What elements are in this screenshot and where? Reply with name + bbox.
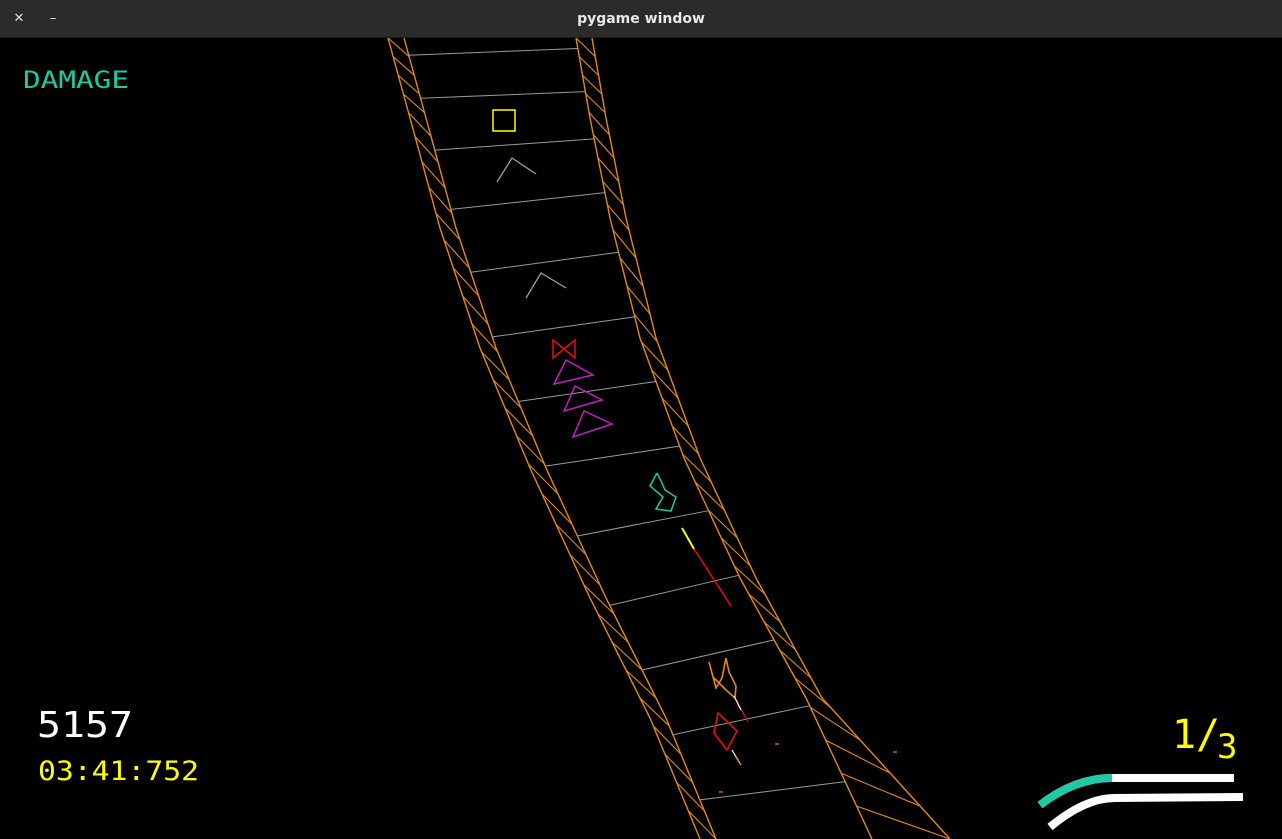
track-edge-lattice: [555, 523, 587, 556]
progress-track-lower: [1047, 793, 1244, 831]
red-rival-ship: [713, 711, 738, 752]
track-rung: [545, 445, 680, 467]
track-edge-lattice: [443, 239, 470, 269]
track-rung: [470, 251, 619, 273]
track-progress-minimap: [1037, 774, 1244, 831]
track-edge-lattice: [602, 180, 624, 206]
game-window: ✕ – pygame window DAMAGE 5157 03:41:752 …: [0, 0, 1282, 839]
track-edge-lattice: [541, 493, 573, 525]
track-inner-left-edge: [403, 38, 717, 839]
race-track: [387, 38, 951, 839]
game-canvas[interactable]: DAMAGE 5157 03:41:752 1 / 3: [0, 38, 1282, 839]
track-edge-lattice: [763, 621, 796, 651]
track-edge-lattice: [652, 725, 682, 755]
track-edge-lattice: [592, 134, 615, 159]
track-edge-lattice: [664, 753, 694, 783]
track-edge-lattice: [651, 369, 679, 399]
track-edge-lattice: [687, 810, 717, 839]
race-timer: 03:41:752: [38, 756, 199, 787]
track-edge-lattice: [779, 649, 812, 679]
track-edge-lattice: [694, 481, 725, 511]
track-edge-lattice: [748, 593, 781, 623]
track-edge-lattice: [462, 295, 489, 325]
damage-label: DAMAGE: [23, 66, 129, 94]
track-edge-lattice: [569, 554, 601, 586]
laser-shot: [681, 527, 695, 550]
track-edge-lattice: [676, 782, 705, 812]
game-scene: DAMAGE 5157 03:41:752 1 / 3: [23, 38, 1244, 839]
track-edge-lattice: [527, 463, 559, 495]
track-outer-right-edge: [591, 38, 951, 839]
track-edge-lattice: [516, 435, 545, 465]
track-edge-lattice: [641, 341, 669, 371]
track-rung: [420, 91, 586, 99]
magenta-triangle-enemy: [552, 358, 596, 386]
track-rung: [492, 316, 635, 338]
track-edge-lattice: [707, 509, 738, 539]
track-edge-lattice: [481, 351, 510, 381]
window-title: pygame window: [577, 11, 705, 27]
track-edge-lattice: [734, 565, 766, 595]
track-rung: [577, 510, 709, 537]
grey-triangle-marker: [496, 157, 537, 183]
track-rung: [641, 639, 775, 671]
track-edge-lattice: [597, 613, 629, 643]
red-bowtie-enemy: [552, 338, 576, 360]
track-rung: [434, 138, 595, 151]
rival-exhaust-flame: [734, 755, 742, 766]
track-edge-lattice: [504, 407, 534, 437]
lap-counter: 1 / 3: [1172, 712, 1237, 767]
magenta-triangle-enemy: [571, 409, 615, 439]
track-rung: [450, 192, 605, 210]
laser-trail: [693, 548, 732, 607]
title-bar: ✕ – pygame window: [0, 0, 1282, 38]
track-rung: [408, 48, 578, 56]
player-ship: [708, 657, 737, 700]
lap-current: 1: [1172, 712, 1196, 758]
track-edge-lattice: [661, 397, 689, 427]
track-rung: [699, 781, 846, 801]
track-edge-lattice: [492, 379, 522, 409]
track-edge-lattice: [682, 453, 712, 483]
track-edge-lattice: [471, 323, 499, 353]
player-exhaust-tip: [733, 695, 742, 711]
yellow-box-pickup: [492, 109, 516, 132]
track-edge-lattice: [611, 641, 643, 671]
track-edge-lattice: [625, 669, 657, 699]
cyan-rival-ship: [649, 472, 677, 512]
score-value: 5157: [37, 705, 133, 746]
track-edge-lattice: [720, 537, 751, 567]
track-edge-lattice: [597, 157, 620, 182]
track-edge-lattice: [671, 425, 699, 455]
grey-triangle-marker: [525, 272, 567, 299]
track-edge-lattice: [583, 584, 615, 615]
track-edge-lattice: [840, 772, 921, 807]
track-edge-lattice: [825, 739, 891, 774]
track-rung: [609, 574, 739, 606]
lap-total: 3: [1217, 727, 1237, 767]
track-edge-lattice: [639, 697, 670, 727]
